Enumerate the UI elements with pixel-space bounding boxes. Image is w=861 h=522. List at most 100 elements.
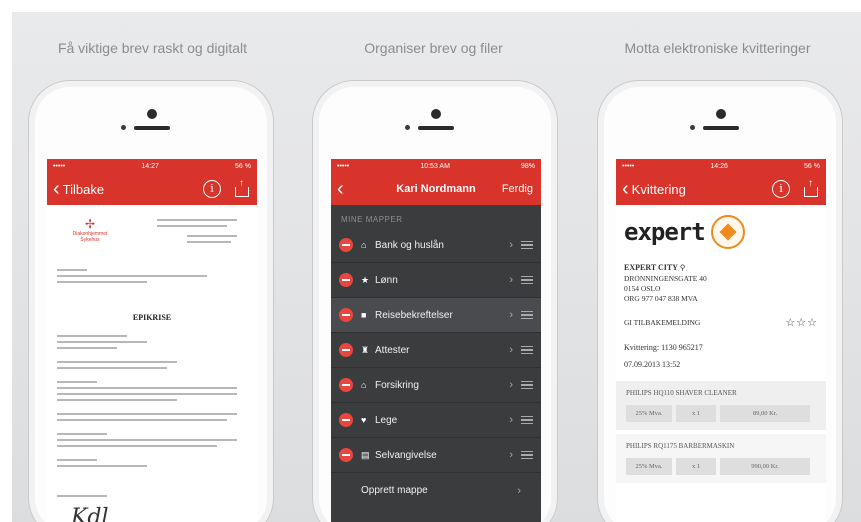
screen-folders: ••••• 10:53 AM 98% ‹ Kari Nordmann Ferdi… [331,159,541,522]
back-label: Tilbake [62,181,105,197]
delete-icon[interactable] [339,413,353,427]
signature-image: Kdl [71,505,109,522]
reorder-icon[interactable] [521,345,533,355]
briefcase-icon: ■ [361,310,367,320]
status-time: 14:27 [141,162,159,170]
reorder-icon[interactable] [521,450,533,460]
home-icon: ⌂ [361,240,367,250]
caption-3: Motta elektroniske kvitteringer [624,40,811,56]
carrier-signal: ••••• [622,162,635,170]
back-button[interactable]: ‹ Kvittering [622,179,686,199]
store-address-2: 0154 OSLO [624,283,661,293]
reorder-icon[interactable] [521,380,533,390]
folder-row[interactable]: ⌂ Bank og huslån › [331,228,541,263]
folder-label: Selvangivelse [375,449,437,461]
chevron-right-icon: › [509,344,513,356]
phone-3: ••••• 14:26 56 % ‹ Kvittering i ↑ expert… [597,80,843,522]
phone-2: ••••• 10:53 AM 98% ‹ Kari Nordmann Ferdi… [312,80,558,522]
create-folder-row[interactable]: Opprett mappe › [331,473,541,508]
create-folder-label: Opprett mappe [361,485,428,496]
rating-stars-icon[interactable]: ☆☆☆ [785,316,818,329]
nav-bar: ‹ Kvittering i ↑ [616,173,826,205]
folder-row[interactable]: ♥ Lege › [331,403,541,438]
speaker-icon [418,126,454,130]
nav-bar: ‹ Tilbake i ↑ [47,173,257,205]
info-icon[interactable]: i [203,180,221,198]
status-time: 14:26 [710,162,728,170]
expert-logo-icon [710,215,745,249]
folder-label: Bank og huslån [375,239,444,251]
phone-1: ••••• 14:27 56 % ‹ Tilbake i ↑ ✢ Diakonh… [28,80,274,522]
carrier-signal: ••••• [53,162,66,170]
folder-row[interactable]: ♜ Attester › [331,333,541,368]
star-icon: ★ [361,274,370,285]
receipt-view: expert EXPERT CITY ⚲ DRONNINGENSGATE 40 … [616,205,826,491]
chevron-right-icon: › [509,449,513,461]
back-button[interactable]: ‹ Tilbake [53,179,104,199]
folder-label: Attester [375,344,410,356]
chevron-left-icon: ‹ [53,178,60,200]
done-button[interactable]: Ferdig [502,183,533,195]
cross-icon: ✢ [84,217,96,231]
reorder-icon[interactable] [521,240,533,250]
camera-icon [716,109,726,119]
home-icon: ⌂ [361,380,367,390]
location-pin-icon[interactable]: ⚲ [680,263,686,272]
caption-2: Organiser brev og filer [364,40,503,56]
sensor-icon [690,125,695,130]
screen-document: ••••• 14:27 56 % ‹ Tilbake i ↑ ✢ Diakonh… [47,159,257,522]
brand-header: expert [624,215,818,249]
folder-label: Lønn [375,274,398,286]
item-vat: 25% Mva. [626,458,672,476]
folder-row[interactable]: ▤ Selvangivelse › [331,438,541,473]
folder-row[interactable]: ★ Lønn › [331,263,541,298]
sensor-icon [121,125,126,130]
receipt-date: 07.09.2013 13:52 [624,360,681,370]
item-qty: x 1 [676,458,716,476]
status-bar: ••••• 14:26 56 % [616,159,826,173]
delete-icon[interactable] [339,273,353,287]
battery-level: 56 % [804,162,820,170]
feedback-label: GI TILBAKEMELDING [624,318,701,328]
speaker-icon [134,126,170,130]
delete-icon[interactable] [339,448,353,462]
chevron-right-icon: › [509,414,513,426]
store-org: ORG 977 047 838 MVA [624,294,698,304]
folder-row[interactable]: ■ Reisebekreftelser › [331,298,541,333]
reorder-icon[interactable] [521,310,533,320]
store-name: EXPERT CITY [624,263,679,272]
item-price: 89,00 Kr. [720,405,810,423]
reorder-icon[interactable] [521,275,533,285]
info-icon[interactable]: i [772,180,790,198]
reorder-icon[interactable] [521,415,533,425]
store-address-1: DRONNINGENSGATE 40 [624,273,707,283]
chevron-right-icon: › [509,274,513,286]
status-time: 10:53 AM [420,162,450,170]
item-qty: x 1 [676,405,716,423]
folder-label: Reisebekreftelser [375,309,453,321]
folder-row[interactable]: ⌂ Forsikring › [331,368,541,403]
chevron-right-icon: › [509,379,513,391]
receipt-number: Kvittering: 1130 965217 [624,343,703,353]
document-title: EPIKRISE [132,313,172,322]
share-icon[interactable]: ↑ [235,178,249,197]
delete-icon[interactable] [339,343,353,357]
chevron-right-icon: › [509,309,513,321]
store-info: EXPERT CITY ⚲ DRONNINGENSGATE 40 0154 OS… [624,263,818,304]
delete-icon[interactable] [339,308,353,322]
status-bar: ••••• 14:27 56 % [47,159,257,173]
item-name: PHILIPS HQ110 SHAVER CLEANER [626,389,737,398]
item-name: PHILIPS RQ1175 BARBERMASKIN [626,442,735,451]
share-icon[interactable]: ↑ [804,178,818,197]
delete-icon[interactable] [339,378,353,392]
item-price: 990,00 Kr. [720,458,810,476]
back-label: Kvittering [631,181,686,197]
status-bar: ••••• 10:53 AM 98% [331,159,541,173]
feedback-row[interactable]: GI TILBAKEMELDING ☆☆☆ [624,316,818,329]
document-view: ✢ Diakonhjemmet Sykehus EPIKRISE Kdl [47,205,257,522]
sensor-icon [405,125,410,130]
chevron-left-icon: ‹ [622,178,629,200]
delete-icon[interactable] [339,238,353,252]
document-icon: ▤ [361,449,370,460]
carrier-signal: ••••• [337,162,350,170]
